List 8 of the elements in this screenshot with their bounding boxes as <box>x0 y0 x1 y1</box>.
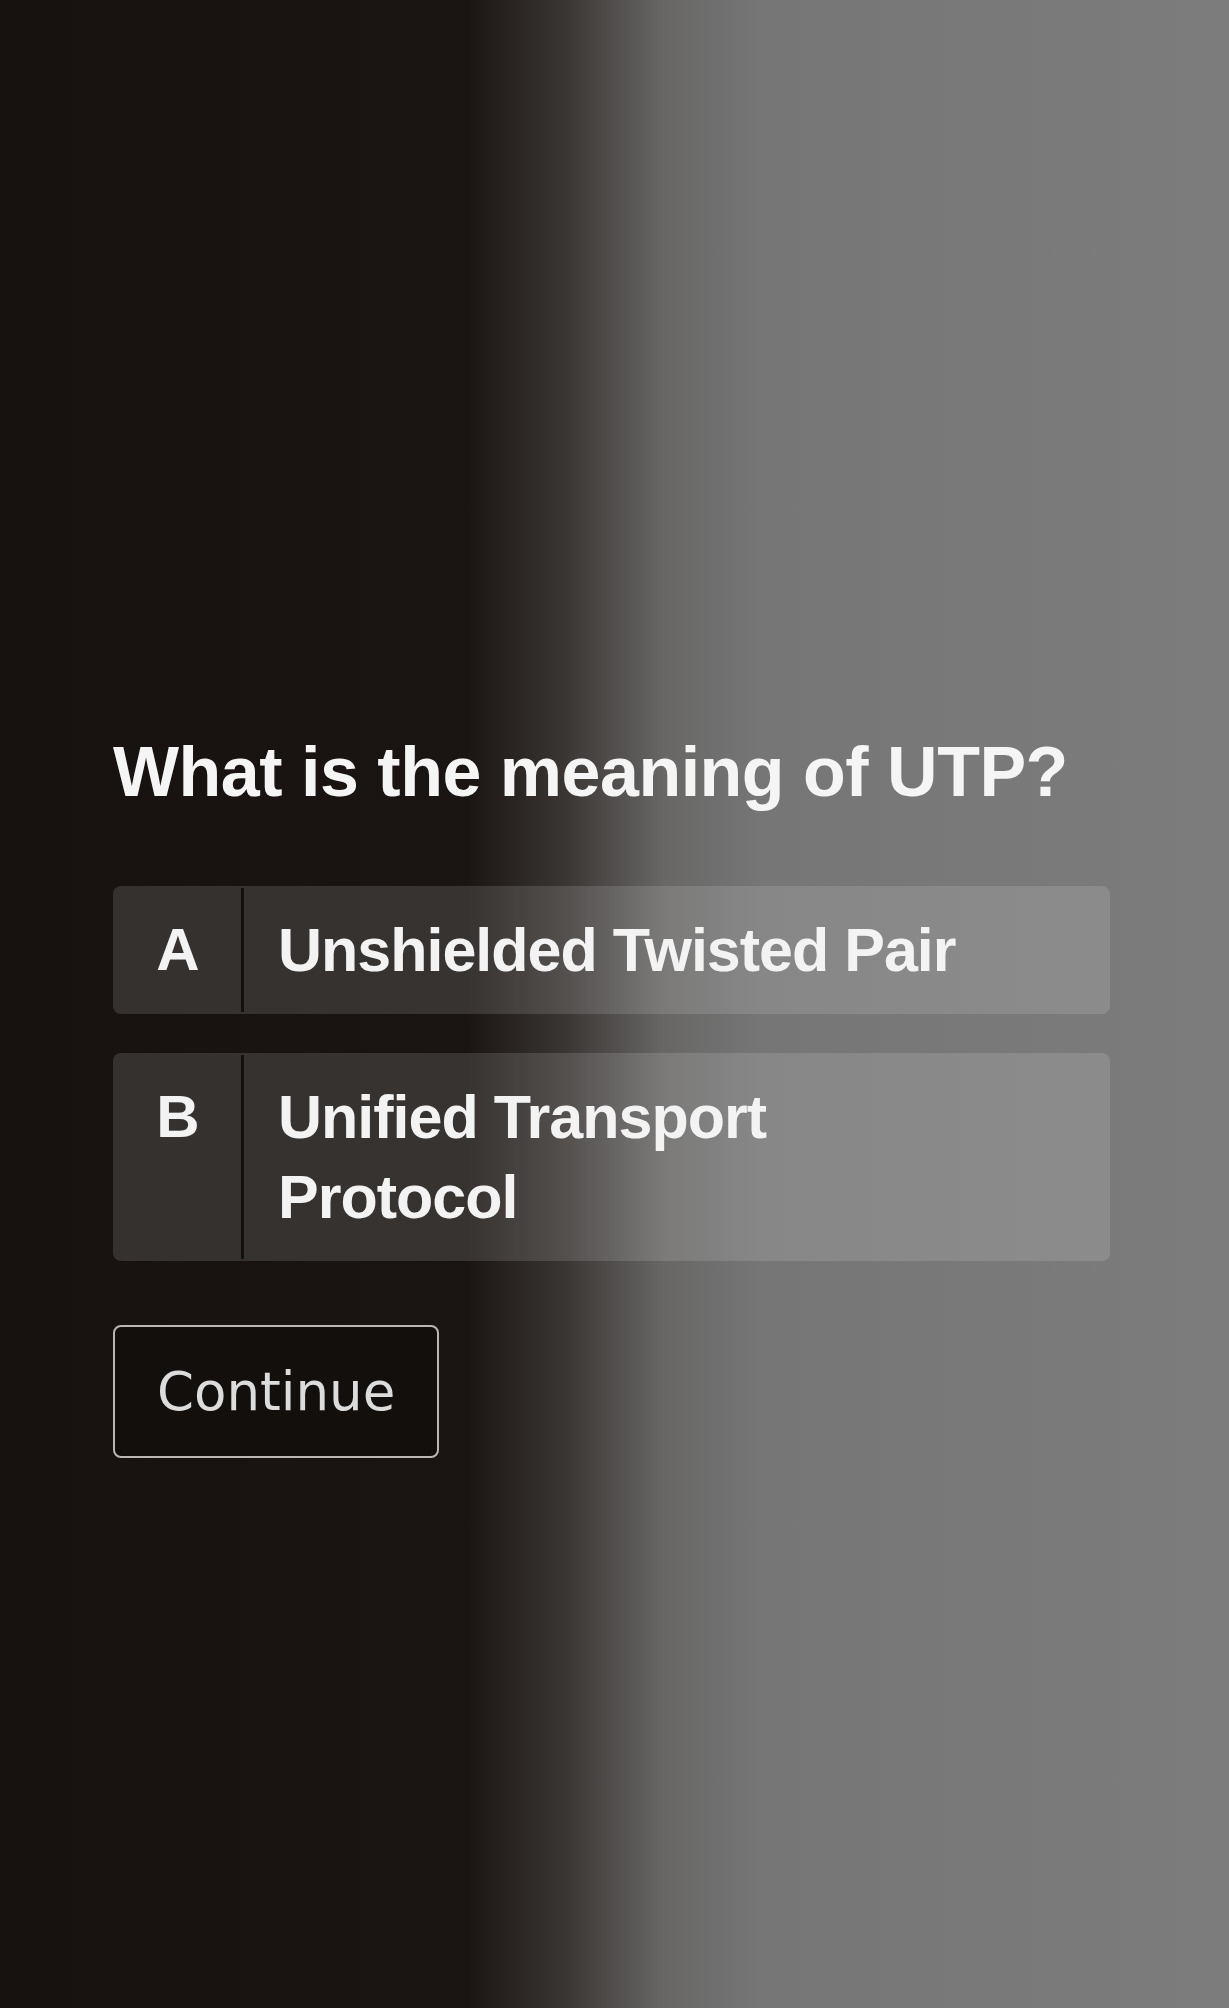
answer-option[interactable]: A Unshielded Twisted Pair <box>113 886 1110 1014</box>
option-text: Unshielded Twisted Pair <box>278 915 956 986</box>
option-letter: B <box>156 1082 200 1152</box>
option-letter: A <box>156 915 200 985</box>
question-text: What is the meaning of UTP? <box>113 732 1068 813</box>
continue-button[interactable]: Continue <box>113 1325 440 1458</box>
option-text: Unified Transport Protocol <box>278 1082 768 1233</box>
answer-option[interactable]: B Unified Transport Protocol <box>113 1053 1110 1261</box>
